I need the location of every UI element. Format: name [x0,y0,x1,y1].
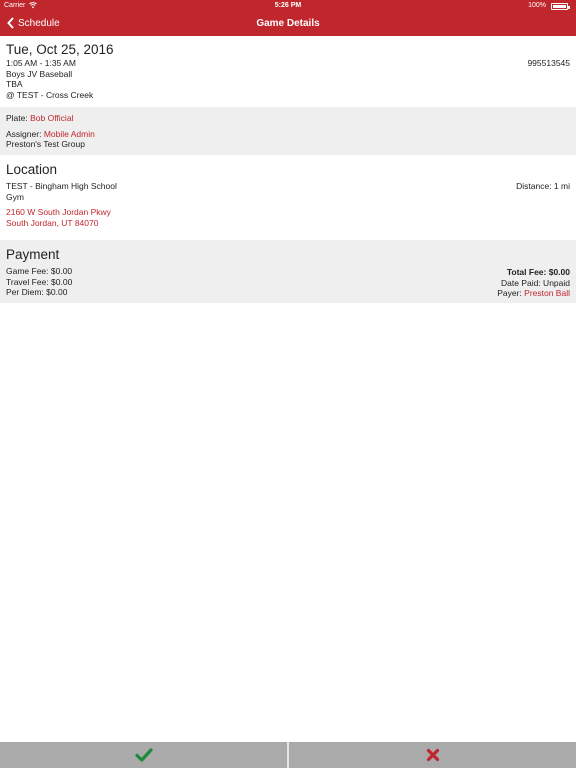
venue-name: TEST - Bingham High School [6,181,117,191]
game-date: Tue, Oct 25, 2016 [6,42,114,57]
distance-label: Distance: 1 mi [516,181,570,191]
assigner-link[interactable]: Mobile Admin [44,129,95,139]
address-line-1: 2160 W South Jordan Pkwy [6,207,111,217]
assigner-label: Assigner: [6,128,42,139]
game-matchup: @ TEST - Cross Creek [6,89,94,100]
status-bar: Carrier 5:26 PM 100% [0,0,576,12]
payment-heading: Payment [6,247,60,262]
total-fee: Total Fee: $0.00 [506,267,570,277]
x-icon [426,748,439,762]
plate-label: Plate: [6,113,28,123]
plate-official-link[interactable]: Bob Official [30,113,73,123]
accept-button[interactable] [0,742,287,768]
page-title: Game Details [256,18,320,29]
game-field: TBA [6,79,23,89]
status-time: 5:26 PM [274,2,302,9]
game-id: 995513545 [527,58,570,68]
assigner-row: Assigner: Mobile Admin [6,129,570,140]
payer-label: Payer: [497,288,522,298]
action-bar [0,742,576,768]
battery-icon [551,3,570,10]
payment-section: Payment Game Fee: $0.00 Travel Fee: $0.0… [0,240,576,303]
payer-link[interactable]: Preston Ball [524,288,570,298]
date-paid: Date Paid: Unpaid [501,277,570,288]
checkmark-icon [134,748,153,762]
game-fee: Game Fee: $0.00 [6,266,73,276]
assigner-group: Preston's Test Group [6,139,85,149]
decline-button[interactable] [289,742,576,768]
venue-sub: Gym [6,191,24,202]
game-level: Boys JV Baseball [6,68,73,79]
game-time-range: 1:05 AM - 1:35 AM [6,58,76,68]
address-line-2: South Jordan, UT 84070 [6,217,99,228]
location-heading: Location [6,162,58,177]
travel-fee: Travel Fee: $0.00 [6,276,73,287]
plate-row: Plate: Bob Official [6,113,570,124]
officials-section: Plate: Bob Official Assigner: Mobile Adm… [0,107,576,155]
battery-percent: 100% [528,2,546,9]
address-link[interactable]: 2160 W South Jordan Pkwy South Jordan, U… [6,207,570,228]
payment-summary: Total Fee: $0.00 Date Paid: Unpaid Payer… [497,267,570,299]
nav-bar: Schedule Game Details [0,12,576,36]
per-diem: Per Diem: $0.00 [6,287,68,297]
game-info-section: Tue, Oct 25, 2016 1:05 AM - 1:35 AM Boys… [0,36,576,107]
payer-row: Payer: Preston Ball [497,288,570,299]
location-section: Location TEST - Bingham High School Gym … [0,155,576,240]
